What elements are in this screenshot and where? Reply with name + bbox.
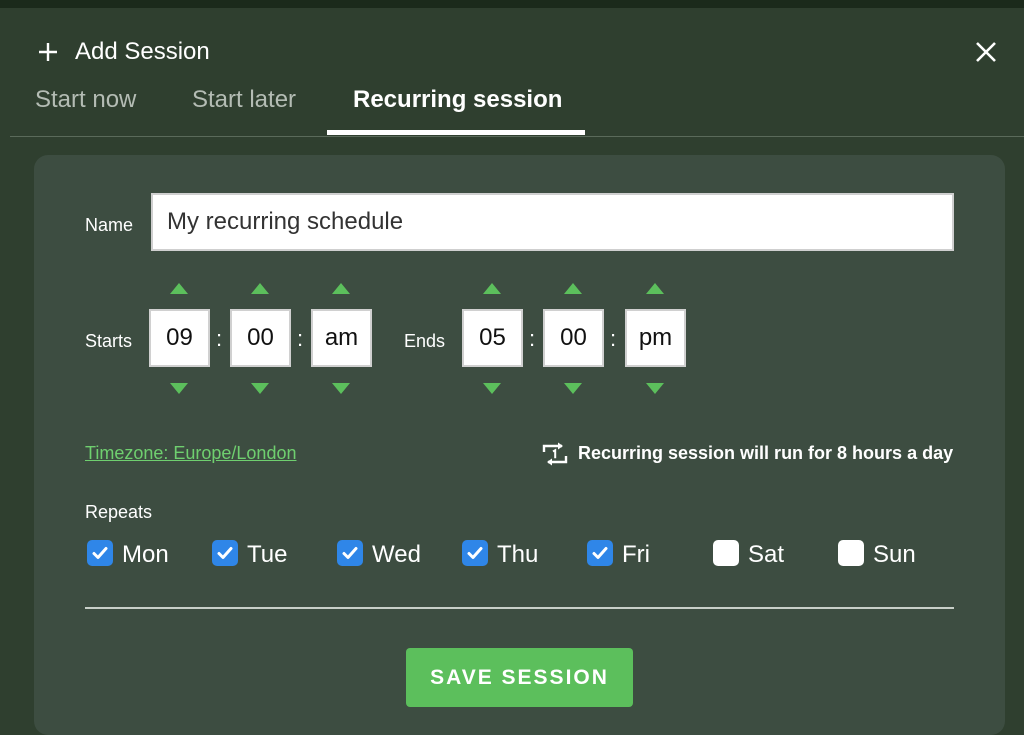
- checkbox-fri[interactable]: [587, 540, 613, 566]
- timezone-link[interactable]: Timezone: Europe/London: [85, 443, 296, 464]
- checkmark-icon: [217, 547, 233, 559]
- ends-minute-down-arrow[interactable]: [564, 383, 582, 394]
- plus-icon: [39, 43, 57, 61]
- checkbox-tue[interactable]: [212, 540, 238, 566]
- checkbox-sat[interactable]: [713, 540, 739, 566]
- ends-hour-field[interactable]: 05: [462, 309, 523, 367]
- active-tab-indicator: [327, 130, 585, 135]
- time-separator: :: [529, 326, 536, 351]
- day-label-tue: Tue: [247, 541, 288, 568]
- day-label-sat: Sat: [748, 541, 785, 568]
- checkmark-icon: [592, 547, 608, 559]
- ends-label: Ends: [404, 331, 446, 351]
- starts-minute-field[interactable]: 00: [230, 309, 291, 367]
- tab-bar: Start now Start later Recurring session: [0, 82, 1024, 130]
- day-label-thu: Thu: [497, 541, 539, 568]
- checkmark-icon: [342, 547, 358, 559]
- day-label-mon: Mon: [122, 541, 169, 568]
- form-divider: [85, 607, 954, 609]
- starts-period-field[interactable]: am: [311, 309, 372, 367]
- checkmark-icon: [467, 547, 483, 559]
- checkbox-sun[interactable]: [838, 540, 864, 566]
- ends-hour-up-arrow[interactable]: [483, 283, 501, 294]
- day-label-wed: Wed: [372, 541, 421, 568]
- starts-period-up-arrow[interactable]: [332, 283, 350, 294]
- save-session-button[interactable]: SAVE SESSION: [406, 648, 633, 707]
- tab-recurring-session[interactable]: Recurring session: [353, 82, 562, 130]
- day-label-sun: Sun: [873, 541, 916, 568]
- duration-info: Recurring session will run for 8 hours a…: [578, 443, 954, 463]
- top-strip: [0, 0, 1024, 8]
- starts-label: Starts: [85, 331, 133, 351]
- ends-minute-field[interactable]: 00: [543, 309, 604, 367]
- ends-hour-down-arrow[interactable]: [483, 383, 501, 394]
- repeat-icon: [542, 442, 568, 466]
- time-separator: :: [216, 326, 223, 351]
- time-separator: :: [297, 326, 304, 351]
- checkmark-icon: [92, 547, 108, 559]
- starts-hour-down-arrow[interactable]: [170, 383, 188, 394]
- day-label-fri: Fri: [622, 541, 650, 568]
- checkbox-mon[interactable]: [87, 540, 113, 566]
- starts-minute-up-arrow[interactable]: [251, 283, 269, 294]
- time-separator: :: [610, 326, 617, 351]
- starts-hour-up-arrow[interactable]: [170, 283, 188, 294]
- tab-start-later[interactable]: Start later: [192, 82, 296, 130]
- checkbox-wed[interactable]: [337, 540, 363, 566]
- starts-period-down-arrow[interactable]: [332, 383, 350, 394]
- name-input[interactable]: [151, 193, 954, 251]
- dialog-title: Add Session: [75, 38, 210, 65]
- checkbox-thu[interactable]: [462, 540, 488, 566]
- tabs-divider: [10, 136, 1024, 137]
- starts-hour-field[interactable]: 09: [149, 309, 210, 367]
- tab-start-now[interactable]: Start now: [35, 82, 136, 130]
- repeats-label: Repeats: [85, 502, 153, 522]
- starts-minute-down-arrow[interactable]: [251, 383, 269, 394]
- name-label: Name: [85, 215, 134, 235]
- ends-period-up-arrow[interactable]: [646, 283, 664, 294]
- ends-period-down-arrow[interactable]: [646, 383, 664, 394]
- ends-minute-up-arrow[interactable]: [564, 283, 582, 294]
- close-icon[interactable]: [970, 36, 1002, 68]
- ends-period-field[interactable]: pm: [625, 309, 686, 367]
